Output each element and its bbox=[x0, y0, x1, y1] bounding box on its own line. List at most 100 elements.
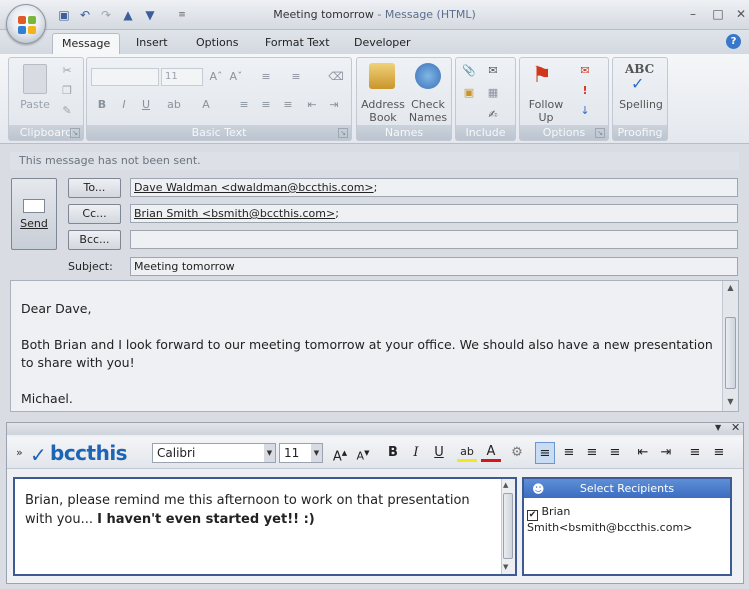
help-icon[interactable]: ? bbox=[726, 34, 741, 49]
info-bar: This message has not been sent. bbox=[10, 152, 739, 170]
cc-recipient[interactable]: Brian Smith <bsmith@bccthis.com> bbox=[134, 207, 335, 220]
tab-insert[interactable]: Insert bbox=[127, 33, 177, 54]
shrink-font-icon[interactable]: A▼ bbox=[353, 442, 373, 464]
to-button[interactable]: To... bbox=[68, 178, 121, 198]
business-card-icon[interactable]: ▣ bbox=[460, 84, 478, 102]
check-names-button[interactable]: Check Names bbox=[405, 98, 451, 124]
scroll-thumb[interactable] bbox=[725, 317, 736, 389]
paste-icon bbox=[23, 64, 47, 94]
private-note-text[interactable]: Brian, please remind me this afternoon t… bbox=[25, 491, 495, 529]
editor-scroll-down-icon[interactable]: ▼ bbox=[503, 563, 508, 571]
proofing-caption: Proofing bbox=[613, 125, 667, 140]
low-importance-icon[interactable]: ↓ bbox=[576, 102, 594, 120]
collapse-chevron-icon[interactable]: » bbox=[16, 446, 23, 459]
permission-icon[interactable]: ✉ bbox=[576, 62, 594, 80]
options-launcher-icon[interactable]: ↘ bbox=[595, 128, 605, 138]
editor-scrollbar[interactable]: ▲ ▼ bbox=[501, 479, 515, 574]
bullets-icon[interactable]: ≡ bbox=[685, 442, 705, 464]
address-book-icon bbox=[369, 63, 395, 89]
tab-developer[interactable]: Developer bbox=[345, 33, 420, 54]
font-combo[interactable] bbox=[91, 68, 159, 86]
editor-scroll-thumb[interactable] bbox=[503, 493, 513, 559]
signature-icon[interactable]: ✍ bbox=[484, 106, 502, 124]
office-button[interactable] bbox=[6, 4, 46, 44]
increase-indent-icon[interactable]: ⇥ bbox=[325, 96, 343, 114]
align-left-icon[interactable]: ≡ bbox=[235, 96, 253, 114]
tab-format-text[interactable]: Format Text bbox=[256, 33, 339, 54]
recipient-checkbox[interactable]: ✔ bbox=[527, 510, 538, 521]
font-color-icon[interactable]: A bbox=[481, 442, 501, 462]
underline-icon[interactable]: U bbox=[429, 442, 449, 464]
size-dropdown-icon[interactable]: ▼ bbox=[311, 444, 322, 462]
tab-message[interactable]: Message bbox=[52, 33, 121, 54]
align-center-icon[interactable]: ≡ bbox=[559, 442, 579, 464]
align-right-icon[interactable]: ≡ bbox=[582, 442, 602, 464]
to-recipient[interactable]: Dave Waldman <dwaldman@bccthis.com> bbox=[134, 181, 374, 194]
high-importance-icon[interactable]: ! bbox=[576, 82, 594, 100]
bcc-button[interactable]: Bcc... bbox=[68, 230, 121, 250]
cut-icon[interactable]: ✂ bbox=[59, 64, 75, 77]
align-left-icon[interactable]: ≡ bbox=[535, 442, 555, 464]
justify-icon[interactable]: ≡ bbox=[605, 442, 625, 464]
clipboard-launcher-icon[interactable]: ↘ bbox=[70, 128, 80, 138]
format-painter-icon[interactable]: ✎ bbox=[59, 104, 75, 117]
decrease-indent-icon[interactable]: ⇤ bbox=[303, 96, 321, 114]
close-button[interactable]: ✕ bbox=[732, 6, 749, 22]
italic-icon[interactable]: I bbox=[406, 442, 426, 464]
grow-font-icon[interactable]: Aˆ bbox=[207, 68, 225, 86]
highlight-icon[interactable]: ab bbox=[165, 96, 183, 114]
copy-icon[interactable]: ❐ bbox=[59, 84, 75, 97]
font-color-icon[interactable]: A bbox=[197, 96, 215, 114]
maximize-button[interactable]: □ bbox=[709, 6, 727, 22]
decrease-indent-icon[interactable]: ⇤ bbox=[633, 442, 653, 464]
message-body-text[interactable]: Dear Dave, Both Brian and I look forward… bbox=[21, 300, 721, 426]
cc-button[interactable]: Cc... bbox=[68, 204, 121, 224]
scroll-up-icon[interactable]: ▲ bbox=[725, 283, 736, 294]
pane-close-icon[interactable]: ✕ bbox=[731, 421, 740, 434]
cc-field[interactable]: Brian Smith <bsmith@bccthis.com>; bbox=[130, 204, 738, 223]
numbering-icon[interactable]: ≡ bbox=[287, 68, 305, 86]
scroll-down-icon[interactable]: ▼ bbox=[725, 397, 736, 408]
select-recipients-header[interactable]: ☻ Select Recipients bbox=[524, 479, 730, 498]
font-size-combo[interactable]: 11 bbox=[161, 68, 203, 86]
send-button[interactable]: Send bbox=[11, 178, 57, 250]
attach-file-icon[interactable]: 📎 bbox=[460, 62, 478, 80]
increase-indent-icon[interactable]: ⇥ bbox=[656, 442, 676, 464]
paste-button[interactable]: Paste bbox=[15, 98, 55, 111]
attach-item-icon[interactable]: ✉ bbox=[484, 62, 502, 80]
bccthis-logo-icon: ✓ bbox=[30, 443, 47, 467]
font-dropdown-icon[interactable]: ▼ bbox=[264, 444, 275, 462]
window-title: Meeting tomorrow - Message (HTML) bbox=[0, 8, 749, 21]
spelling-button[interactable]: Spelling bbox=[615, 98, 667, 111]
editor-scroll-up-icon[interactable]: ▲ bbox=[503, 481, 508, 489]
bold-icon[interactable]: B bbox=[93, 96, 111, 114]
tab-options[interactable]: Options bbox=[187, 33, 247, 54]
minimize-button[interactable]: – bbox=[684, 6, 702, 22]
underline-icon[interactable]: U bbox=[137, 96, 155, 114]
grow-font-icon[interactable]: A▲ bbox=[330, 442, 350, 464]
subject-field[interactable]: Meeting tomorrow bbox=[130, 257, 738, 276]
calendar-icon[interactable]: ▦ bbox=[484, 84, 502, 102]
pane-size-combo[interactable]: 11 ▼ bbox=[279, 443, 323, 463]
italic-icon[interactable]: I bbox=[115, 96, 133, 114]
shrink-font-icon[interactable]: Aˇ bbox=[227, 68, 245, 86]
clear-format-icon[interactable]: ⚙ bbox=[507, 442, 527, 464]
pane-menu-icon[interactable]: ▼ bbox=[715, 423, 721, 432]
body-scrollbar[interactable]: ▲ ▼ bbox=[722, 281, 738, 411]
align-right-icon[interactable]: ≡ bbox=[279, 96, 297, 114]
bold-icon[interactable]: B bbox=[383, 442, 403, 464]
numbering-icon[interactable]: ≡ bbox=[709, 442, 729, 464]
highlight-icon[interactable]: ab bbox=[457, 442, 477, 462]
pane-font-combo[interactable]: Calibri ▼ bbox=[152, 443, 276, 463]
select-recipients-label: Select Recipients bbox=[579, 482, 675, 495]
address-book-button[interactable]: Address Book bbox=[359, 98, 407, 124]
to-field[interactable]: Dave Waldman <dwaldman@bccthis.com>; bbox=[130, 178, 738, 197]
align-center-icon[interactable]: ≡ bbox=[257, 96, 275, 114]
basic-text-launcher-icon[interactable]: ↘ bbox=[338, 128, 348, 138]
recipient-row[interactable]: ✔ Brian Smith<bsmith@bccthis.com> bbox=[527, 505, 727, 534]
names-caption: Names bbox=[357, 125, 451, 140]
clear-formatting-icon[interactable]: ⌫ bbox=[327, 68, 345, 86]
bcc-field[interactable] bbox=[130, 230, 738, 249]
bullets-icon[interactable]: ≡ bbox=[257, 68, 275, 86]
follow-up-button[interactable]: Follow Up bbox=[524, 98, 568, 124]
